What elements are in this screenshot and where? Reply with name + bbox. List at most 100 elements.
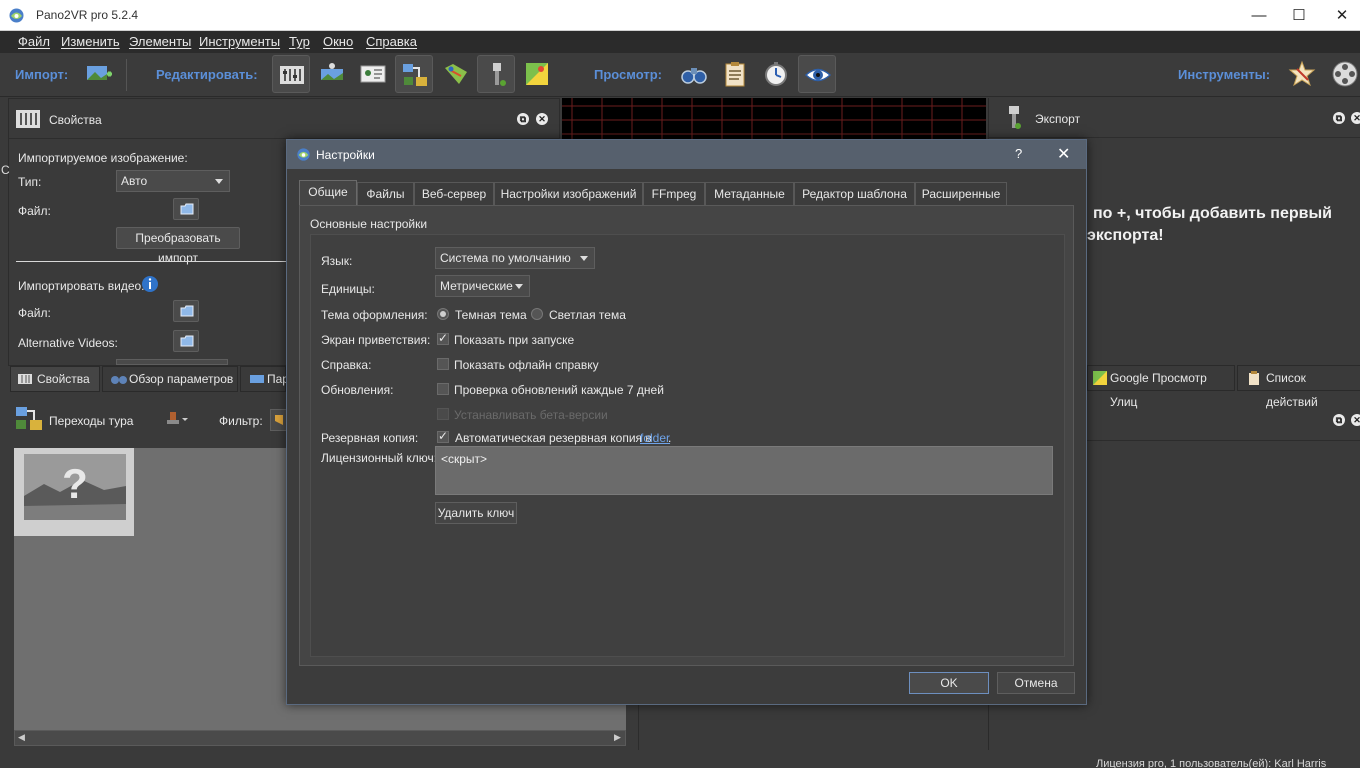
tab-google-street-view[interactable]: Google Просмотр Улиц [1087, 365, 1235, 409]
properties-edit-button[interactable] [272, 55, 310, 93]
close-panel-button[interactable]: ✕ [1351, 112, 1360, 124]
close-dialog-button[interactable]: ✕ [1057, 144, 1070, 164]
menu-help[interactable]: Справка [366, 34, 417, 49]
offline-help-checkbox[interactable] [437, 358, 449, 370]
browse-alt-videos-button[interactable] [173, 330, 199, 352]
units-select-value: Метрические [440, 279, 513, 293]
language-label: Язык: [321, 254, 353, 268]
info-icon[interactable] [141, 275, 159, 293]
tab-template-editor[interactable]: Редактор шаблона [794, 182, 915, 205]
filter-label: Фильтр: [219, 414, 263, 428]
settings-dialog: Настройки ? ✕ Общие Файлы Веб-сервер Нас… [286, 139, 1087, 705]
units-select[interactable]: Метрические [435, 275, 530, 297]
check-updates-checkbox[interactable] [437, 383, 449, 395]
general-tab-content: Основные настройки Язык: Система по умол… [299, 205, 1074, 666]
close-window-button[interactable]: ✕ [1319, 0, 1360, 31]
type-select[interactable]: Авто [116, 170, 230, 192]
tools-label: Инструменты: [1178, 67, 1271, 82]
tab-properties[interactable]: Свойства [10, 366, 100, 392]
menu-window[interactable]: Окно [323, 34, 353, 49]
panorama-thumbnail[interactable]: ? [14, 448, 134, 536]
backup-folder-link[interactable]: folder [640, 431, 670, 445]
output-list-button[interactable] [716, 55, 754, 93]
type-select-value: Авто [121, 174, 148, 188]
star-transform-icon [1288, 60, 1316, 87]
language-select[interactable]: Система по умолчанию [435, 247, 595, 269]
tab-params-overview[interactable]: Обзор параметров [102, 366, 238, 392]
preview-eye-button[interactable] [798, 55, 836, 93]
app-logo-icon [9, 8, 24, 23]
folder-icon [180, 203, 194, 215]
close-panel-button[interactable]: ✕ [1351, 414, 1360, 426]
updates-label: Обновления: [321, 383, 394, 397]
placeholder-image-icon: ? [24, 454, 126, 520]
undock-button[interactable]: ⧉ [1333, 414, 1345, 426]
menu-tools[interactable]: Инструменты [199, 34, 280, 49]
convert-import-button[interactable]: Преобразовать импорт [116, 227, 240, 265]
import-video-label: Импортировать видео: [18, 279, 145, 293]
auto-backup-checkbox[interactable] [437, 429, 449, 443]
user-data-button[interactable] [354, 55, 392, 93]
tour-browser-button[interactable] [395, 55, 433, 93]
dark-theme-radio[interactable] [437, 308, 449, 320]
scroll-left-icon[interactable]: ◀ [18, 732, 25, 743]
browse-video-button[interactable] [173, 300, 199, 322]
help-button[interactable]: ? [1015, 146, 1022, 161]
tab-web-server[interactable]: Веб-сервер [414, 182, 494, 205]
light-theme-radio[interactable] [531, 308, 543, 320]
import-image-icon [87, 66, 112, 80]
sliders-icon [16, 110, 40, 128]
import-label: Импорт: [15, 67, 69, 82]
help-label: Справка: [321, 358, 372, 372]
google-street-view-button[interactable] [518, 55, 556, 93]
menu-bar: Файл Изменить Элементы Инструменты Тур О… [0, 31, 1360, 53]
tab-general[interactable]: Общие [299, 180, 357, 206]
tab-metadata[interactable]: Метаданные [705, 182, 794, 205]
eye-icon [804, 68, 832, 82]
tools-transform-button[interactable] [1283, 55, 1321, 93]
app-logo-icon [297, 148, 310, 161]
scroll-right-icon[interactable]: ▶ [614, 732, 621, 743]
tools-film-button[interactable] [1326, 55, 1360, 93]
title-bar: Pano2VR pro 5.2.4 — ☐ ✕ [0, 0, 1360, 31]
tab-actions-list[interactable]: Список действий [1237, 365, 1360, 409]
tab-ffmpeg[interactable]: FFmpeg [643, 182, 705, 205]
cancel-button[interactable]: Отмена [997, 672, 1075, 694]
undock-button[interactable]: ⧉ [1333, 112, 1345, 124]
close-panel-button[interactable]: ✕ [536, 113, 548, 125]
tab-image-settings[interactable]: Настройки изображений [494, 182, 643, 205]
horizontal-scrollbar[interactable]: ◀ ▶ [14, 730, 626, 746]
ok-button[interactable]: OK [909, 672, 989, 694]
edit-label: Редактировать: [156, 67, 258, 82]
beta-checkbox [437, 408, 449, 420]
chevron-down-icon [580, 256, 588, 261]
tab-properties-label: Свойства [37, 372, 90, 386]
language-select-value: Система по умолчанию [440, 251, 571, 265]
skin-editor-button[interactable] [477, 55, 515, 93]
delete-key-button[interactable]: Удалить ключ [435, 502, 517, 524]
svg-text:?: ? [62, 460, 88, 507]
panorama-viewer[interactable] [562, 98, 986, 140]
undock-button[interactable]: ⧉ [517, 113, 529, 125]
show-on-start-checkbox[interactable] [437, 331, 449, 345]
tab-advanced[interactable]: Расширенные [915, 182, 1007, 205]
partial-button[interactable] [116, 359, 228, 365]
menu-file[interactable]: Файл [18, 34, 50, 49]
menu-tour[interactable]: Тур [289, 34, 310, 49]
browse-file-button[interactable] [173, 198, 199, 220]
tab-partial[interactable]: Пар [240, 366, 289, 392]
license-key-field[interactable]: <скрыт> [435, 446, 1053, 495]
stamp-dropdown-icon[interactable] [166, 410, 190, 428]
license-status: Лицензия pro, 1 пользователь(ей): Karl H… [1096, 758, 1327, 768]
map-button[interactable] [436, 55, 474, 93]
tab-files[interactable]: Файлы [357, 182, 414, 205]
maximize-button[interactable]: ☐ [1276, 0, 1322, 31]
menu-elements[interactable]: Элементы [129, 34, 191, 49]
menu-edit[interactable]: Изменить [61, 34, 120, 49]
preview-binoculars-button[interactable] [675, 55, 713, 93]
import-panorama-button[interactable] [80, 55, 118, 93]
units-label: Единицы: [321, 282, 375, 296]
viewing-parameters-button[interactable] [313, 55, 351, 93]
timer-button[interactable] [757, 55, 795, 93]
license-key-label: Лицензионный ключ: [321, 451, 438, 465]
